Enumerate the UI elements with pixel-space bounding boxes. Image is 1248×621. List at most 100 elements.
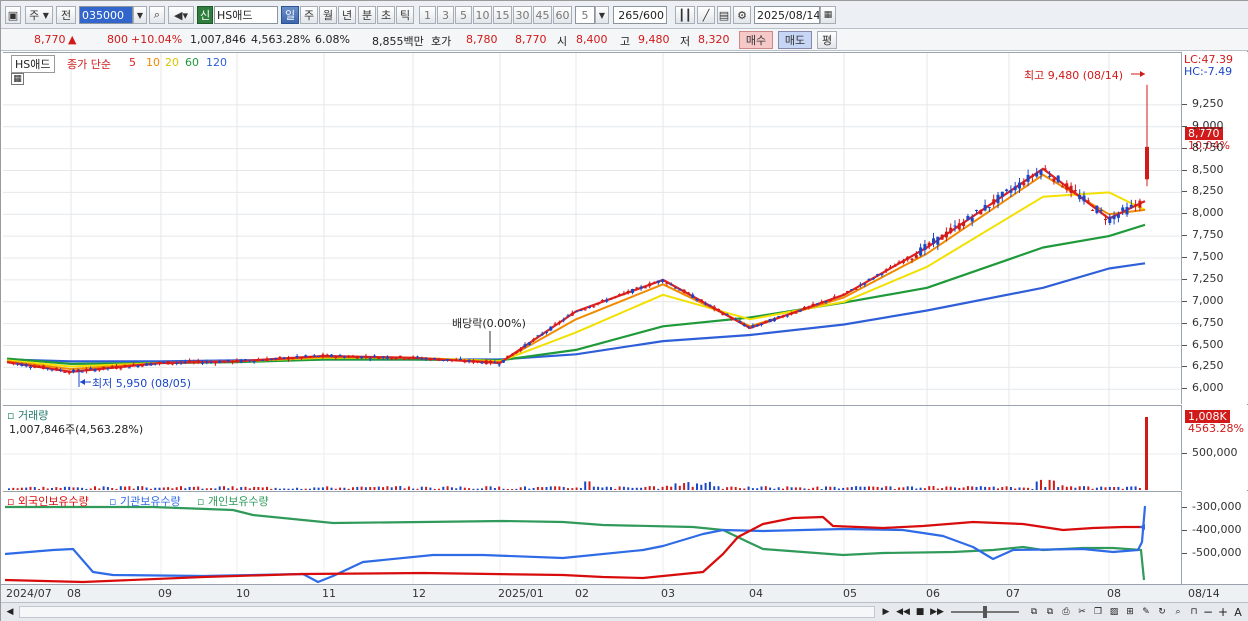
scissors-icon[interactable]: ✂ (1075, 605, 1089, 619)
refresh-icon[interactable]: ↻ (1155, 605, 1169, 619)
fast-forward-icon[interactable]: ▶▶ (930, 605, 944, 619)
interval-1[interactable]: 1 (419, 6, 436, 24)
period-year[interactable]: 년 (338, 6, 356, 24)
plus-icon[interactable]: + (1216, 605, 1230, 619)
candle-body (140, 365, 144, 367)
candle-body (820, 301, 824, 303)
sound-icon[interactable]: ◀▾ (168, 6, 194, 24)
volume-bar (132, 488, 135, 490)
interval-10[interactable]: 10 (473, 6, 492, 24)
calendar-icon[interactable]: ▦ (820, 6, 836, 24)
magnet-icon[interactable]: ⊓ (1187, 605, 1201, 619)
volume-bar (932, 486, 935, 490)
date-label: 2024/07 (6, 587, 52, 600)
volume-bar (20, 487, 23, 490)
stop-icon[interactable]: ■ (913, 605, 927, 619)
pattern-icon[interactable]: ▨ (1107, 605, 1121, 619)
date-input[interactable]: 2025/08/14 (754, 6, 820, 24)
search-icon[interactable]: ⌕ (1171, 605, 1185, 619)
volume-bar (42, 486, 45, 490)
candle-body (1121, 207, 1125, 211)
search-icon[interactable]: ⌕ (149, 6, 165, 24)
period-week[interactable]: 주 (300, 6, 318, 24)
period-second[interactable]: 초 (377, 6, 395, 24)
volume-bar (803, 488, 806, 490)
eval-button[interactable]: 평 (817, 31, 837, 49)
save-icon[interactable]: ▤ (717, 6, 731, 24)
interval-45[interactable]: 45 (533, 6, 552, 24)
window-icon[interactable]: ⧉ (1043, 605, 1057, 619)
minus-icon[interactable]: − (1201, 605, 1215, 619)
price-tick: 8,750 (1192, 140, 1224, 154)
legend-stock-name[interactable]: HS애드 (11, 55, 55, 73)
interval-30[interactable]: 30 (513, 6, 532, 24)
volume-bar (713, 486, 716, 490)
gear-icon[interactable]: ⚙ (733, 6, 751, 24)
price-tick: 9,250 (1192, 96, 1224, 110)
volume-bar (872, 486, 875, 490)
candle-body (282, 357, 286, 359)
candle-body (639, 286, 643, 289)
interval-60[interactable]: 60 (553, 6, 572, 24)
candle-body (721, 313, 725, 315)
candle-body (269, 359, 273, 361)
period-minute[interactable]: 분 (358, 6, 376, 24)
last-candle-body (1145, 146, 1149, 180)
interval-3[interactable]: 3 (437, 6, 454, 24)
volume-bar (1052, 480, 1055, 490)
rewind-icon[interactable]: ◀◀ (896, 605, 910, 619)
draw-tool-icon[interactable]: ╱ (697, 6, 715, 24)
grid-toggle-icon[interactable]: ▦ (11, 73, 24, 85)
code-dropdown-icon[interactable]: ▼ (133, 6, 147, 24)
zoom-slider-handle[interactable] (983, 606, 987, 618)
print-icon[interactable]: ⎙ (1059, 605, 1073, 619)
scroll-right-icon[interactable]: ▶ (879, 605, 893, 619)
copy-icon[interactable]: ⧉ (1027, 605, 1041, 619)
layers-icon[interactable]: ❐ (1091, 605, 1105, 619)
candle-body (622, 293, 626, 295)
candle-body (592, 306, 596, 308)
volume-chart[interactable] (3, 406, 1181, 491)
scroll-track[interactable] (19, 606, 875, 618)
interval-15[interactable]: 15 (493, 6, 512, 24)
candle-body (828, 300, 832, 302)
stock-name-field[interactable]: HS애드 (214, 6, 278, 24)
candle-body (631, 289, 634, 293)
prev-button[interactable]: 전 (56, 6, 76, 24)
period-tick[interactable]: 틱 (396, 6, 414, 24)
volume-bar (278, 488, 281, 490)
sell-button[interactable]: 매도 (778, 31, 812, 49)
candle-body (244, 359, 247, 361)
custom-interval-dropdown-icon[interactable]: ▼ (595, 6, 609, 24)
period-month[interactable]: 월 (319, 6, 337, 24)
period-day[interactable]: 일 (281, 6, 299, 24)
auto-scale-icon[interactable]: A (1231, 605, 1245, 619)
data-count-field[interactable]: 265/600 (613, 6, 667, 24)
candle-body (936, 236, 940, 245)
layout-icon[interactable]: ▣ (5, 6, 21, 24)
legend-institution-label: 기관보유수량 (119, 495, 181, 508)
stock-code-input[interactable]: 035000 (79, 6, 133, 24)
volume-bar (201, 488, 204, 490)
volume-bar (8, 488, 10, 490)
volume-bar (1009, 486, 1012, 490)
volume-bar (63, 486, 66, 490)
volume-bar (661, 486, 664, 490)
scroll-left-icon[interactable]: ◀ (3, 605, 17, 619)
candle-type-icon[interactable]: ┃┃ (675, 6, 695, 24)
interval-5[interactable]: 5 (455, 6, 472, 24)
volume-bar (167, 487, 170, 490)
volume-bar (1117, 486, 1120, 490)
volume-bar (304, 488, 307, 490)
volume-bar (145, 487, 148, 490)
type-selector[interactable]: 주 ▼ (25, 6, 53, 24)
price-chart[interactable] (3, 53, 1181, 405)
volume-bar (941, 488, 944, 490)
candle-body (626, 291, 630, 293)
pencil-icon[interactable]: ✎ (1139, 605, 1153, 619)
custom-interval-input[interactable]: 5 (575, 6, 595, 24)
volume-bar (1040, 479, 1042, 490)
price-tick: 7,250 (1192, 271, 1224, 285)
grid-icon[interactable]: ⊞ (1123, 605, 1137, 619)
buy-button[interactable]: 매수 (739, 31, 773, 49)
